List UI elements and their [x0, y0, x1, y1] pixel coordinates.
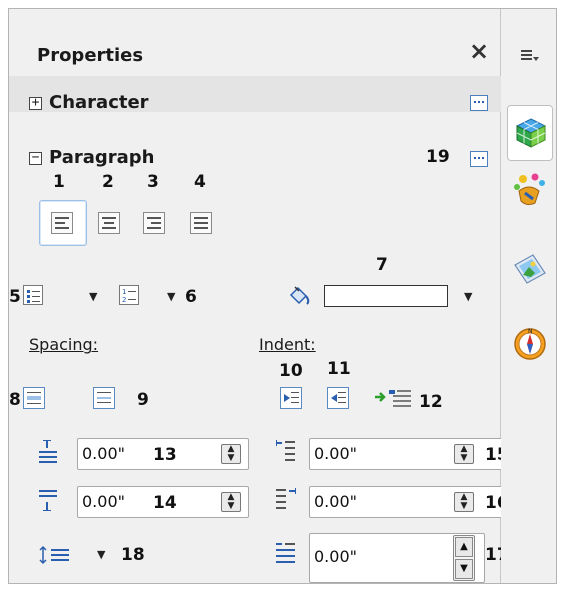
navigator-compass-icon: N	[511, 325, 549, 363]
callout-11: 11	[327, 359, 351, 379]
callout-12: 12	[419, 392, 443, 412]
after-text-indent-icon	[275, 487, 297, 513]
indent-label: Indent:	[259, 335, 316, 354]
align-left-icon	[51, 212, 73, 234]
before-text-indent-value: 0.00"	[314, 444, 357, 463]
below-spacing-value: 0.00"	[82, 492, 125, 511]
properties-cube-icon	[514, 116, 548, 150]
numbering-dropdown-chevron-icon[interactable]: ▼	[167, 290, 175, 303]
callout-4: 4	[194, 172, 206, 192]
numbering-button[interactable]: 1 2	[119, 285, 139, 305]
line-spacing-icon[interactable]	[39, 545, 73, 565]
panel-title: Properties	[37, 45, 144, 66]
before-text-indent-icon	[275, 439, 297, 465]
paint-bucket-icon[interactable]	[285, 283, 313, 309]
svg-text:N: N	[528, 328, 533, 335]
callout-10: 10	[279, 361, 303, 381]
callout-8: 8	[9, 390, 21, 410]
gallery-icon	[511, 249, 549, 287]
above-spacing-value: 0.00"	[82, 444, 125, 463]
first-line-indent-icon	[275, 541, 297, 567]
callout-18: 18	[121, 545, 145, 565]
character-section-label[interactable]: Character	[49, 92, 149, 113]
above-paragraph-spacing-icon	[37, 439, 59, 465]
hanging-indent-button[interactable]	[371, 383, 419, 411]
justify-button[interactable]	[190, 212, 212, 234]
callout-14: 14	[153, 493, 177, 513]
below-spacing-spinner[interactable]: ▲ ▼	[221, 492, 241, 512]
align-center-button[interactable]	[98, 212, 120, 234]
after-text-indent-field[interactable]: 0.00"	[309, 486, 505, 518]
after-text-indent-spinner[interactable]: ▲ ▼	[454, 492, 474, 512]
tab-navigator[interactable]: N	[511, 325, 551, 365]
tabbar-menu-icon[interactable]	[521, 49, 539, 63]
callout-3: 3	[147, 172, 159, 192]
expand-icon[interactable]: +	[29, 96, 42, 110]
callout-5: 5	[9, 287, 21, 307]
after-text-indent-value: 0.00"	[314, 492, 357, 511]
callout-2: 2	[102, 172, 114, 192]
before-text-indent-field[interactable]: 0.00"	[309, 438, 505, 470]
first-line-indent-spinner[interactable]: ▲ ▼	[453, 535, 475, 581]
callout-9: 9	[137, 390, 149, 410]
character-more-options-button[interactable]	[470, 95, 488, 111]
callout-1: 1	[53, 172, 65, 192]
tab-properties[interactable]	[507, 105, 553, 161]
align-right-button[interactable]	[143, 212, 165, 234]
properties-panel: Properties × + Character − Paragraph 19 …	[9, 9, 509, 583]
bullets-dropdown-chevron-icon[interactable]: ▼	[89, 290, 97, 303]
bullets-button[interactable]	[23, 285, 43, 305]
increase-spacing-button[interactable]	[23, 387, 45, 409]
decrease-indent-button[interactable]	[327, 387, 349, 409]
styles-icon	[511, 171, 549, 209]
sidebar-frame: Properties × + Character − Paragraph 19 …	[8, 8, 557, 584]
background-color-swatch[interactable]	[324, 285, 448, 307]
callout-13: 13	[153, 445, 177, 465]
tab-styles[interactable]	[511, 171, 551, 211]
line-spacing-dropdown-chevron-icon[interactable]: ▼	[97, 548, 105, 561]
collapse-icon[interactable]: −	[29, 151, 42, 165]
paragraph-more-options-button[interactable]	[470, 151, 488, 167]
close-icon[interactable]: ×	[469, 39, 489, 63]
decrease-spacing-button[interactable]	[93, 387, 115, 409]
tab-gallery[interactable]	[511, 249, 551, 289]
above-spacing-spinner[interactable]: ▲ ▼	[221, 444, 241, 464]
sidebar-tab-bar: N	[501, 9, 556, 583]
below-paragraph-spacing-icon	[37, 489, 59, 515]
increase-indent-button[interactable]	[280, 387, 302, 409]
spacing-label: Spacing:	[29, 335, 99, 354]
background-color-dropdown-chevron-icon[interactable]: ▼	[464, 290, 472, 303]
callout-7: 7	[376, 255, 388, 275]
first-line-indent-value: 0.00"	[314, 547, 357, 566]
before-text-indent-spinner[interactable]: ▲ ▼	[454, 444, 474, 464]
callout-6: 6	[185, 287, 197, 307]
callout-19: 19	[426, 147, 450, 167]
paragraph-section-label[interactable]: Paragraph	[49, 147, 155, 168]
